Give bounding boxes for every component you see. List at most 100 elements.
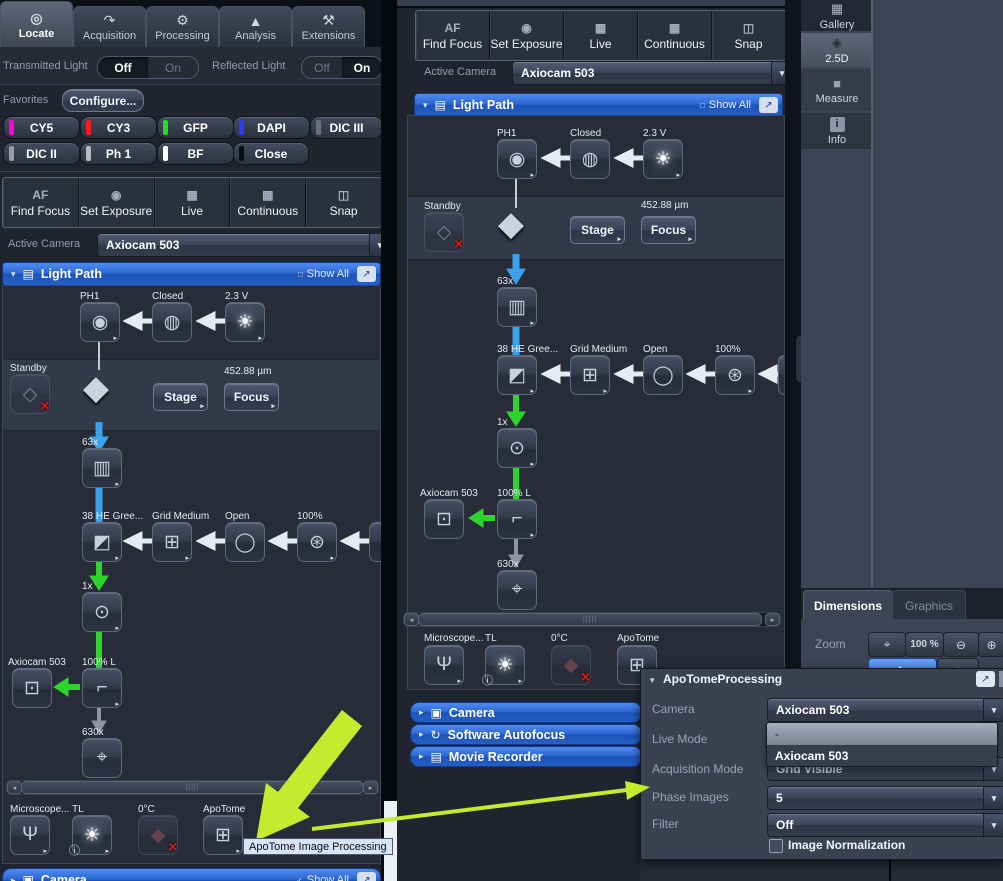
tab-acquisition[interactable]: ↷ Acquisition [73, 6, 146, 47]
undock-icon[interactable]: ↗ [976, 671, 995, 687]
node-partial-clipped[interactable] [369, 522, 381, 562]
show-all-label[interactable]: Show All [307, 268, 349, 280]
tab-dimensions[interactable]: Dimensions [803, 590, 893, 620]
view-tab-25d[interactable]: ◈ 2.5D [801, 33, 873, 67]
filter-dropdown[interactable]: Off ▾ [767, 813, 1003, 837]
dropdown-option-none[interactable]: - [767, 723, 997, 745]
stage-button[interactable]: Stage▸ [153, 383, 208, 411]
node-tl-lamp[interactable]: ☀ ⓘ ▸ [485, 645, 525, 685]
node-halogen-lamp[interactable]: ☀▸ [225, 302, 265, 342]
node-apotome-grid[interactable]: ⊞▸ [152, 522, 192, 562]
tab-extensions[interactable]: ⚒ Extensions [292, 6, 365, 47]
movie-recorder-header[interactable]: ▸ ▤ Movie Recorder [410, 746, 642, 767]
node-objective-63x[interactable]: ▥▸ [497, 287, 537, 327]
continuous-button[interactable]: ▦ Continuous [638, 11, 712, 60]
node-beamsplitter-100L[interactable]: ⌐▸ [82, 668, 122, 708]
undock-icon[interactable]: ↗ [759, 97, 778, 113]
snap-button[interactable]: ◫ Snap [306, 178, 381, 227]
collapse-icon[interactable]: ▾ [650, 675, 655, 686]
node-camera-axiocam[interactable]: ⊡ [424, 499, 464, 539]
tab-analysis[interactable]: ▲ Analysis [219, 6, 292, 47]
camera-section-header[interactable]: ▸ ▣ Camera ✓ Show All ↗ [2, 868, 381, 881]
node-microscope[interactable]: Ψ▸ [10, 815, 50, 855]
node-intensity-100[interactable]: ⊛▸ [715, 355, 755, 395]
channel-button-cy3[interactable]: CY3 [80, 116, 157, 139]
reflected-light-toggle[interactable]: Off On [301, 56, 383, 79]
checkbox-icon[interactable]: □ [298, 270, 303, 279]
transmitted-on-button[interactable]: On [148, 57, 198, 78]
node-camera-axiocam[interactable]: ⊡ [12, 668, 52, 708]
undock-icon[interactable]: ↗ [357, 266, 376, 282]
continuous-button[interactable]: ▦ Continuous [230, 178, 306, 227]
channel-button-bf[interactable]: BF [157, 142, 234, 165]
checkbox-icon[interactable]: □ [700, 101, 705, 110]
find-focus-button[interactable]: AF Find Focus [3, 178, 79, 227]
channel-button-dapi[interactable]: DAPI [233, 116, 310, 139]
view-tab-gallery[interactable]: ▦ Gallery [801, 0, 873, 31]
show-all-label[interactable]: Show All [307, 874, 349, 881]
channel-button-dic3[interactable]: DIC III [310, 116, 383, 139]
reflected-off-button[interactable]: Off [302, 57, 342, 78]
node-shutter-closed[interactable]: ◍ [152, 302, 192, 342]
node-ph1-condenser[interactable]: ◉▸ [80, 302, 120, 342]
node-total-mag-630x[interactable]: ⌖ [82, 738, 122, 778]
show-all-label[interactable]: Show All [709, 99, 751, 111]
snap-button[interactable]: ◫ Snap [712, 11, 785, 60]
focus-button[interactable]: Focus▸ [641, 216, 696, 244]
node-apotome[interactable]: ⊞▸ [203, 815, 243, 855]
view-tab-measure[interactable]: ■ Measure [801, 69, 873, 111]
node-ph1-condenser[interactable]: ◉▸ [497, 139, 537, 179]
zoom-percent-button[interactable]: 100 % [905, 632, 944, 657]
tab-processing[interactable]: ⚙ Processing [146, 6, 219, 47]
collapse-icon[interactable]: ▾ [11, 269, 16, 280]
node-reflector-cube[interactable]: ◩▸ [497, 355, 537, 395]
channel-button-close[interactable]: Close [233, 142, 309, 165]
stage-button[interactable]: Stage▸ [570, 216, 625, 244]
configure-button[interactable]: Configure... [62, 89, 144, 112]
view-tab-info[interactable]: i Info [801, 113, 873, 149]
node-halogen-lamp[interactable]: ☀▸ [643, 139, 683, 179]
stage-glass-icon[interactable]: ◆ [486, 202, 536, 246]
phase-images-dropdown[interactable]: 5 ▾ [767, 786, 1003, 810]
zoom-fit-button[interactable]: ⌖ [868, 632, 906, 657]
tab-graphics[interactable]: Graphics [892, 590, 966, 620]
node-beamsplitter-100L[interactable]: ⌐▸ [497, 499, 537, 539]
scroll-right-button[interactable]: ▸ [765, 613, 780, 626]
camera-section-header[interactable]: ▸ ▣ Camera [410, 702, 642, 723]
expand-icon[interactable]: ▸ [11, 875, 16, 881]
software-autofocus-header[interactable]: ▸ ↻ Software Autofocus [410, 724, 642, 745]
node-microscope[interactable]: Ψ▸ [424, 645, 464, 685]
active-camera-dropdown[interactable]: Axiocam 503 ▾ [97, 233, 391, 257]
stage-glass-icon[interactable]: ◆ [71, 366, 121, 410]
node-tubelens-1x[interactable]: ⊙▸ [497, 428, 537, 468]
channel-button-gfp[interactable]: GFP [157, 116, 234, 139]
scroll-right-button[interactable]: ▸ [363, 781, 378, 794]
node-shutter-closed[interactable]: ◍ [570, 139, 610, 179]
chevron-down-icon[interactable]: ▾ [983, 699, 1003, 721]
channel-button-dic2[interactable]: DIC II [3, 142, 80, 165]
node-aperture-open[interactable]: ◯ [225, 522, 265, 562]
image-normalization-checkbox[interactable] [769, 839, 783, 853]
set-exposure-button[interactable]: ◉ Set Exposure [490, 11, 564, 60]
expand-icon[interactable]: ▸ [419, 751, 424, 762]
expand-icon[interactable]: ▸ [419, 729, 424, 740]
find-focus-button[interactable]: AF Find Focus [416, 11, 490, 60]
collapse-icon[interactable]: ▾ [423, 100, 428, 111]
set-exposure-button[interactable]: ◉ Set Exposure [79, 178, 155, 227]
zoom-out-button[interactable]: ⊖ [943, 632, 979, 657]
node-total-mag-630x[interactable]: ⌖ [497, 570, 537, 610]
node-aperture-open[interactable]: ◯ [643, 355, 683, 395]
tab-locate[interactable]: ◎ Locate [0, 1, 73, 48]
chevron-down-icon[interactable]: ▾ [983, 787, 1003, 809]
node-partial-clipped[interactable] [778, 355, 784, 395]
chevron-down-icon[interactable]: ▾ [983, 814, 1003, 836]
active-camera-dropdown[interactable]: Axiocam 503 ▾ [512, 61, 793, 85]
expand-icon[interactable]: ▸ [419, 707, 424, 718]
reflected-on-button[interactable]: On [342, 57, 382, 78]
channel-button-ph1[interactable]: Ph 1 [80, 142, 157, 165]
apotome-camera-dropdown[interactable]: Axiocam 503 ▾ [767, 698, 1003, 722]
node-reflector-cube[interactable]: ◩▸ [82, 522, 122, 562]
light-path-header[interactable]: ▾ ▤ Light Path □ Show All ↗ [414, 93, 783, 117]
channel-button-cy5[interactable]: CY5 [3, 116, 80, 139]
scrollbar-thumb[interactable]: ||||| [21, 781, 364, 794]
